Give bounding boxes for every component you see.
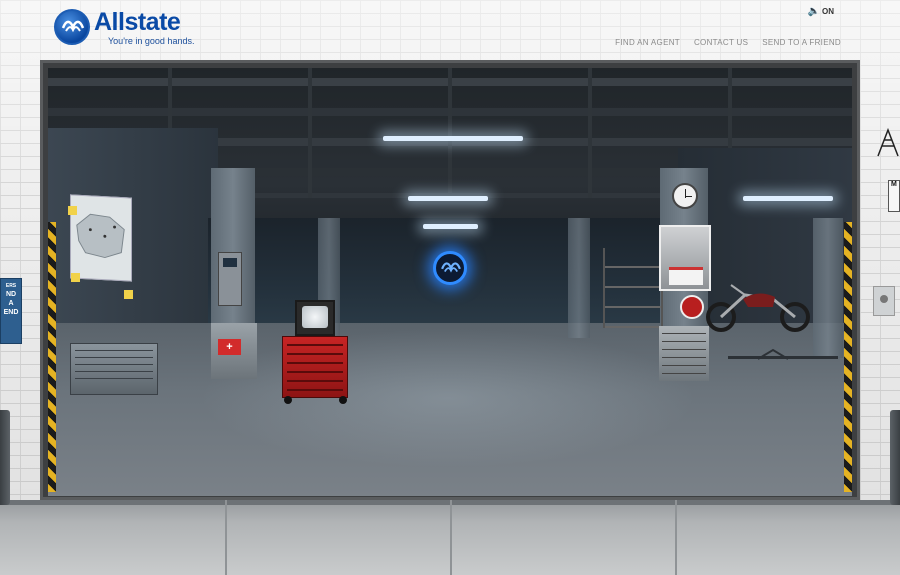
sticky-note [124, 290, 133, 299]
pay-phone[interactable] [218, 252, 242, 306]
calendar [669, 267, 703, 285]
mail-sign[interactable]: M [888, 180, 900, 212]
trash-bin-right [890, 410, 900, 505]
right-tool-cabinet[interactable] [659, 326, 709, 381]
us-map-poster[interactable] [70, 194, 132, 282]
send-to-a-friend-link[interactable]: SEND TO A FRIEND [762, 38, 841, 47]
send-to-a-friend-sign-label: ND A END [3, 291, 19, 316]
back-shelf [603, 248, 663, 328]
brand-tagline: You're in good hands. [108, 36, 195, 46]
sound-toggle-label: ON [822, 7, 834, 16]
sound-toggle[interactable]: 🔈 ON [808, 6, 834, 17]
hazard-stripe-left [48, 222, 56, 492]
ceiling-light [743, 196, 833, 201]
ceiling-light [383, 136, 523, 141]
trash-bin-left [0, 410, 10, 505]
hands-logo-icon [54, 9, 90, 45]
intercom-speaker-icon [880, 295, 888, 303]
brand-name: Allstate [94, 8, 181, 36]
top-nav: FIND AN AGENT CONTACT US SEND TO A FRIEN… [615, 38, 841, 47]
sticky-note [71, 273, 80, 282]
tv-screen [302, 306, 328, 328]
pillar [568, 218, 590, 338]
wall-clock[interactable] [672, 183, 698, 209]
contact-us-link[interactable]: CONTACT US [694, 38, 748, 47]
motorcycle-on-lift[interactable] [728, 336, 838, 362]
speaker-icon: 🔈 [807, 6, 820, 17]
find-an-agent-link[interactable]: FIND AN AGENT [615, 38, 680, 47]
red-tool-chest[interactable] [282, 336, 348, 398]
first-aid-kit[interactable]: + [218, 339, 241, 355]
intercom-box[interactable] [873, 286, 895, 316]
allstate-logo[interactable]: Allstate You're in good hands. [54, 9, 194, 46]
round-red-sign[interactable] [680, 295, 704, 319]
ceiling-light [408, 196, 488, 201]
garage-scene[interactable]: + [48, 68, 852, 496]
glowing-allstate-logo[interactable] [433, 251, 467, 285]
wing-graffiti-icon [877, 128, 899, 157]
ceiling-light [423, 224, 478, 229]
left-tool-chest[interactable] [70, 343, 158, 395]
send-to-a-friend-sign[interactable]: ERS ND A END [0, 278, 22, 344]
hazard-stripe-right [844, 222, 852, 492]
motorcycle-icon[interactable] [703, 273, 813, 333]
tv-set[interactable] [295, 300, 335, 336]
sticky-note [68, 206, 77, 215]
